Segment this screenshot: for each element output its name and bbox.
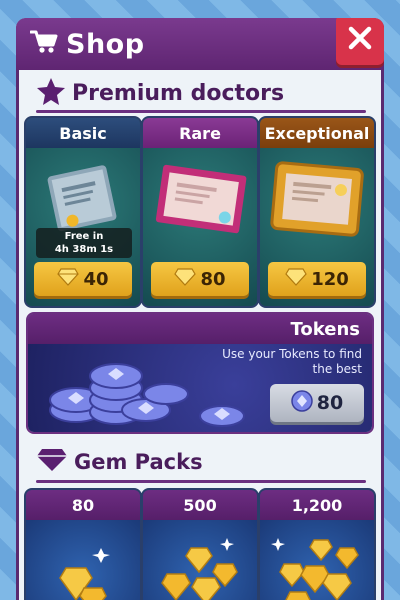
gems-icon [161, 538, 238, 600]
shop-header: Shop [16, 18, 384, 70]
shop-panel: Shop Premium doctors Basic Free in 4h 38… [16, 18, 384, 600]
gems-icon [59, 548, 110, 600]
price-value: 80 [200, 268, 226, 290]
divider [36, 480, 366, 483]
card-body: 80 [143, 148, 257, 306]
star-icon [36, 76, 66, 110]
gem-icon [285, 267, 307, 291]
gem-pack-body [260, 520, 374, 600]
close-button[interactable] [336, 18, 384, 65]
gem-icon [36, 448, 68, 476]
card-label: Exceptional [260, 118, 374, 148]
gem-packs-heading: Gem Packs [36, 448, 203, 476]
gem-pack-card[interactable]: 80 [26, 490, 140, 600]
close-icon [348, 26, 372, 54]
section-title-premium: Premium doctors [72, 80, 285, 106]
section-title-gem-packs: Gem Packs [74, 450, 203, 474]
gem-pack-label: 500 [143, 490, 257, 520]
card-label: Basic [26, 118, 140, 148]
free-countdown: 4h 38m 1s [54, 244, 114, 255]
gem-icon [174, 267, 197, 291]
gem-pack-label: 80 [26, 490, 140, 520]
price-value: 120 [311, 268, 349, 290]
diploma-gold-frame-icon [270, 161, 364, 237]
buy-rare-button[interactable]: 80 [151, 262, 249, 296]
divider [36, 110, 366, 113]
doctor-card-basic[interactable]: Basic Free in 4h 38m 1s 40 [26, 118, 140, 306]
card-body: 120 [260, 148, 374, 306]
gem-pack-label: 1,200 [260, 490, 374, 520]
doctor-card-exceptional[interactable]: Exceptional 120 [260, 118, 374, 306]
gem-icon [57, 267, 80, 291]
tokens-price: 80 [316, 392, 344, 414]
gem-pack-body [143, 520, 257, 600]
buy-tokens-button[interactable]: 80 [270, 384, 364, 422]
gem-pack-body [26, 520, 140, 600]
cart-icon [29, 29, 58, 59]
tokens-card[interactable]: Tokens Use your Tokens to find the best [28, 314, 372, 432]
tokens-title: Tokens [28, 314, 372, 344]
token-icon [291, 389, 313, 417]
gem-pack-card[interactable]: 500 [143, 490, 257, 600]
buy-exceptional-button[interactable]: 120 [268, 262, 366, 296]
price-value: 40 [83, 268, 109, 290]
diploma-icon [47, 165, 117, 232]
gem-pack-card[interactable]: 1,200 [260, 490, 374, 600]
premium-doctors-heading: Premium doctors [36, 76, 284, 110]
buy-basic-button[interactable]: 40 [34, 262, 132, 296]
page-title: Shop [66, 28, 145, 60]
gems-icon [271, 538, 359, 600]
card-body: Free in 4h 38m 1s 40 [26, 148, 140, 306]
card-label: Rare [143, 118, 257, 148]
tokens-description: Use your Tokens to find the best [222, 347, 362, 376]
free-timer: Free in 4h 38m 1s [36, 228, 132, 258]
doctor-card-rare[interactable]: Rare 80 [143, 118, 257, 306]
free-label: Free in [64, 231, 104, 242]
diploma-frame-icon [155, 164, 247, 234]
